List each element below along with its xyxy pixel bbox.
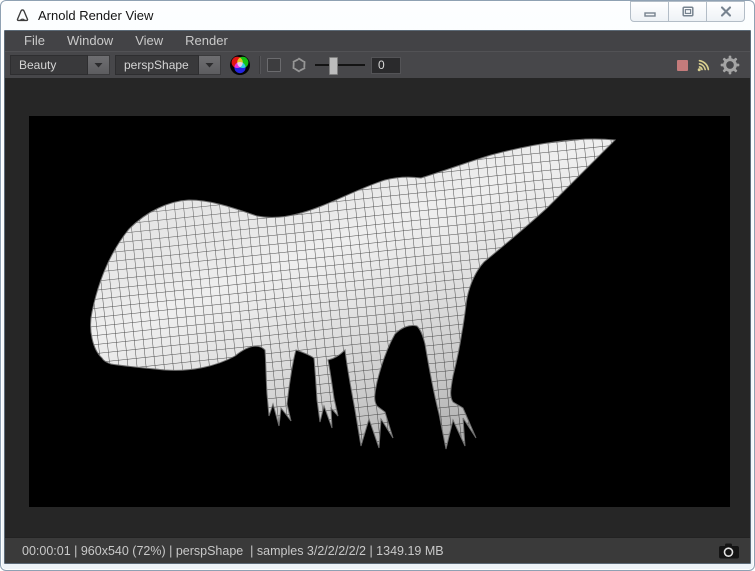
display-checkbox[interactable]	[267, 58, 281, 72]
color-wheel-button[interactable]	[229, 54, 251, 76]
aperture-button[interactable]	[290, 56, 308, 74]
close-button[interactable]	[706, 1, 745, 22]
menu-view[interactable]: View	[124, 31, 174, 51]
minimize-icon	[643, 11, 656, 17]
wireframe-trex-render	[29, 116, 730, 507]
live-updates-button[interactable]	[695, 56, 713, 74]
aov-dropdown[interactable]: Beauty	[10, 55, 110, 75]
title-bar: Arnold Render View	[1, 1, 754, 30]
camera-dropdown-arrow[interactable]	[199, 55, 221, 75]
render-stats-text: 00:00:01 | 960x540 (72%) | perspShape | …	[22, 543, 444, 558]
client-area: File Window View Render Beauty perspShap…	[4, 30, 751, 564]
render-settings-button[interactable]	[720, 55, 740, 75]
settings-gear-icon	[720, 55, 740, 75]
toolbar-separator	[259, 56, 261, 74]
aov-dropdown-arrow[interactable]	[88, 55, 110, 75]
abort-render-icon	[677, 59, 688, 71]
chevron-down-icon	[205, 63, 214, 68]
rgb-color-wheel-icon	[230, 55, 250, 75]
aov-dropdown-value[interactable]: Beauty	[10, 55, 88, 75]
slider-track[interactable]	[315, 64, 365, 66]
abort-render-button[interactable]	[677, 59, 688, 71]
menu-render[interactable]: Render	[174, 31, 239, 51]
menu-window[interactable]: Window	[56, 31, 124, 51]
status-bar: 00:00:01 | 960x540 (72%) | perspShape | …	[5, 537, 750, 563]
menu-file[interactable]: File	[13, 31, 56, 51]
live-updates-icon	[697, 59, 710, 72]
snapshot-camera-icon	[719, 543, 739, 558]
exposure-slider[interactable]	[315, 57, 365, 75]
maximize-button[interactable]	[668, 1, 707, 22]
camera-dropdown[interactable]: perspShape	[115, 55, 221, 75]
exposure-input[interactable]	[371, 56, 401, 74]
arnold-render-view-window: Arnold Render View File Window View Rend…	[0, 0, 755, 571]
slider-handle[interactable]	[329, 57, 338, 75]
render-viewport	[5, 78, 750, 537]
minimize-button[interactable]	[630, 1, 669, 22]
exposure-aperture-icon	[292, 57, 306, 73]
render-canvas	[29, 116, 730, 507]
toolbar: Beauty perspShape	[5, 51, 750, 78]
menu-bar: File Window View Render	[5, 31, 750, 51]
maximize-icon	[681, 6, 694, 17]
window-title: Arnold Render View	[38, 8, 154, 23]
snapshot-button[interactable]	[716, 541, 742, 560]
arnold-logo-icon	[14, 7, 31, 24]
close-icon	[720, 6, 731, 17]
chevron-down-icon	[94, 63, 103, 68]
camera-dropdown-value[interactable]: perspShape	[115, 55, 199, 75]
